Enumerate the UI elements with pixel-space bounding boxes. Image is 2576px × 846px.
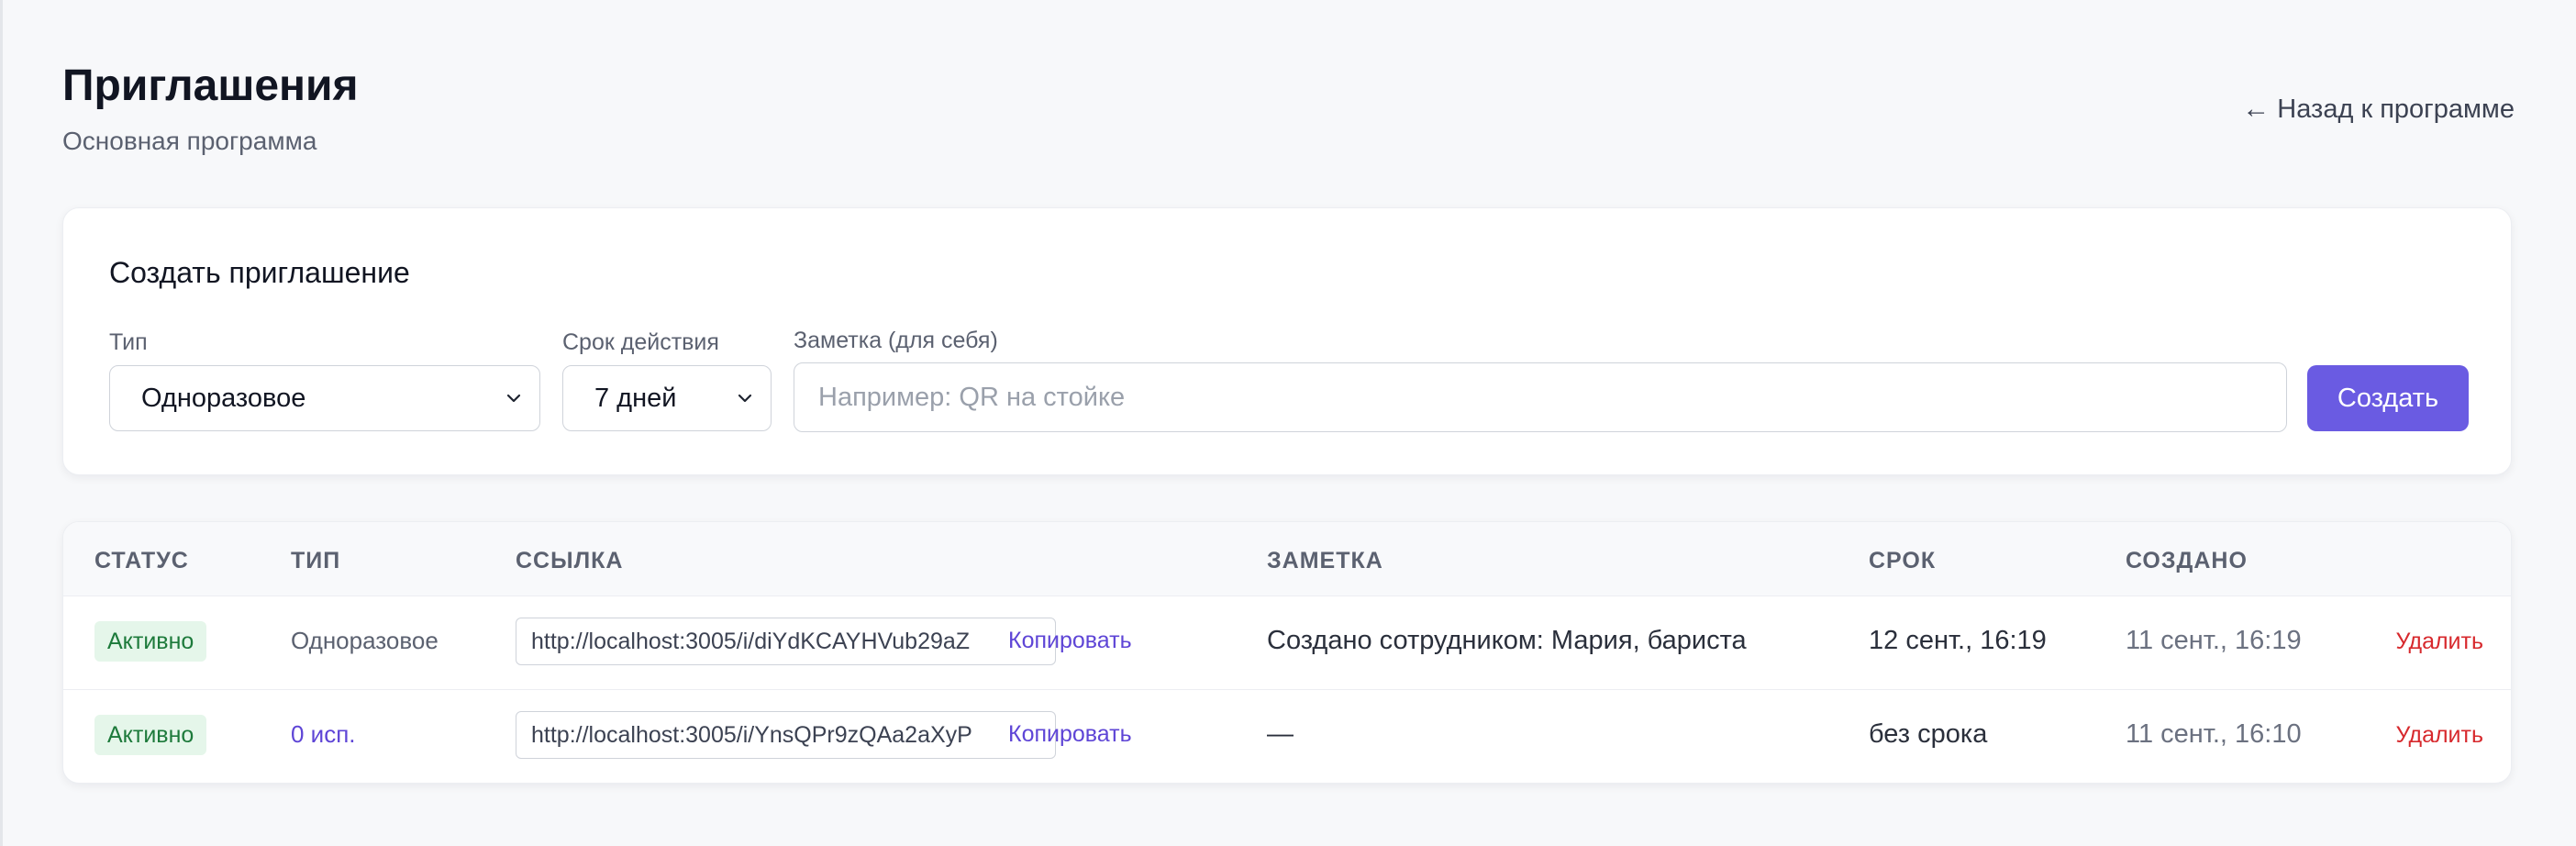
column-link: ССЫЛКА: [516, 548, 624, 573]
note-input-placeholder: Например: QR на стойке: [818, 382, 1126, 412]
back-link-label: Назад к программе: [2277, 94, 2515, 124]
type-label: Тип: [109, 329, 148, 355]
invite-link-field[interactable]: http://localhost:3005/i/diYdKCAYHVub29aZ: [516, 618, 1056, 665]
create-button[interactable]: Создать: [2307, 365, 2469, 431]
delete-invite-button[interactable]: Удалить: [2396, 722, 2483, 749]
table-header: СТАТУС ТИП ССЫЛКА ЗАМЕТКА СРОК СОЗДАНО: [63, 522, 2511, 596]
invite-link-field[interactable]: http://localhost:3005/i/YnsQPr9zQAa2aXyP: [516, 711, 1056, 759]
column-status: СТАТУС: [94, 548, 189, 573]
delete-invite-button[interactable]: Удалить: [2396, 629, 2483, 655]
invite-expires: 12 сент., 16:19: [1869, 626, 2047, 655]
window-edge: [0, 0, 3, 846]
back-to-program-link[interactable]: ← Назад к программе: [2242, 94, 2515, 125]
copy-link-button[interactable]: Копировать: [1008, 721, 1132, 748]
status-badge: Активно: [94, 621, 207, 662]
chevron-down-icon: [738, 394, 752, 403]
invites-table: СТАТУС ТИП ССЫЛКА ЗАМЕТКА СРОК СОЗДАНО А…: [62, 521, 2512, 784]
invite-uses: 0 исп.: [291, 720, 356, 748]
copy-link-button[interactable]: Копировать: [1008, 628, 1132, 654]
invite-created: 11 сент., 16:19: [2126, 626, 2302, 655]
column-created: СОЗДАНО: [2126, 548, 2248, 573]
chevron-down-icon: [506, 394, 521, 403]
type-select-value: Одноразовое: [141, 383, 306, 413]
table-row: Активно Одноразовое http://localhost:300…: [63, 596, 2511, 690]
table-row: Активно 0 исп. http://localhost:3005/i/Y…: [63, 689, 2511, 783]
column-type: ТИП: [291, 548, 341, 573]
note-label: Заметка (для себя): [794, 328, 998, 353]
arrow-left-icon: ←: [2242, 94, 2271, 124]
invite-note: Создано сотрудником: Мария, бариста: [1267, 626, 1747, 655]
expiry-select[interactable]: 7 дней: [562, 365, 772, 431]
create-invite-title: Создать приглашение: [109, 256, 410, 289]
create-invite-card: Создать приглашение Тип Одноразовое Срок…: [62, 207, 2512, 475]
type-select[interactable]: Одноразовое: [109, 365, 540, 431]
status-badge: Активно: [94, 715, 207, 755]
invite-created: 11 сент., 16:10: [2126, 719, 2302, 749]
invite-type: Одноразовое: [291, 627, 439, 654]
expiry-label: Срок действия: [562, 329, 719, 355]
column-note: ЗАМЕТКА: [1267, 548, 1383, 573]
page-subtitle: Основная программа: [62, 127, 317, 155]
page-title: Приглашения: [62, 61, 359, 110]
expiry-select-value: 7 дней: [594, 383, 677, 413]
column-expires: СРОК: [1869, 548, 1937, 573]
invite-expires: без срока: [1869, 719, 1988, 749]
note-input[interactable]: Например: QR на стойке: [794, 362, 2287, 432]
invite-note: —: [1267, 719, 1294, 749]
